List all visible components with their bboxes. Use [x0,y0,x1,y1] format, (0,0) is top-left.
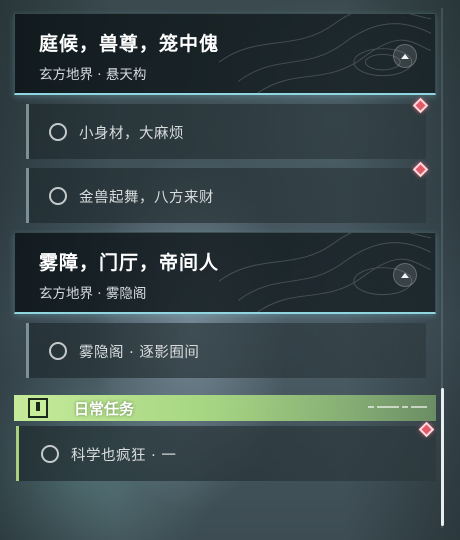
quest-title: 雾障，门厅，帝间人 [39,252,220,274]
collapse-button[interactable] [393,44,417,68]
task-row[interactable]: 金兽起舞，八方来财 [26,168,426,223]
header-decoration [368,404,428,410]
exclamation-icon [28,398,48,418]
quest-title: 庭候，兽尊，笼中傀 [39,33,220,55]
chevron-up-icon [401,272,409,278]
task-label: 雾隐阁 · 逐影囿间 [79,345,200,361]
collapse-button[interactable] [393,263,417,287]
daily-task-row[interactable]: 科学也疯狂 · 一 [16,426,436,481]
empty-circle-icon [49,123,67,141]
quest-location: 玄方地界 · 雾隐阁 [39,286,147,302]
chevron-up-icon [401,53,409,59]
daily-tasks-header[interactable]: 日常任务 [14,395,436,421]
quest-location: 玄方地界 · 悬天构 [39,67,147,83]
quest-header-1[interactable]: 庭候，兽尊，笼中傀 玄方地界 · 悬天构 [14,13,436,95]
task-label: 金兽起舞，八方来财 [79,190,214,206]
empty-circle-icon [49,187,67,205]
quest-header-2[interactable]: 雾障，门厅，帝间人 玄方地界 · 雾隐阁 [14,232,436,314]
task-row[interactable]: 雾隐阁 · 逐影囿间 [26,323,426,378]
task-label: 科学也疯狂 · 一 [71,448,177,464]
task-row[interactable]: 小身材，大麻烦 [26,104,426,159]
daily-tasks-title: 日常任务 [74,400,135,418]
task-label: 小身材，大麻烦 [79,126,184,142]
empty-circle-icon [41,445,59,463]
scrollbar-thumb[interactable] [441,388,444,526]
empty-circle-icon [49,342,67,360]
